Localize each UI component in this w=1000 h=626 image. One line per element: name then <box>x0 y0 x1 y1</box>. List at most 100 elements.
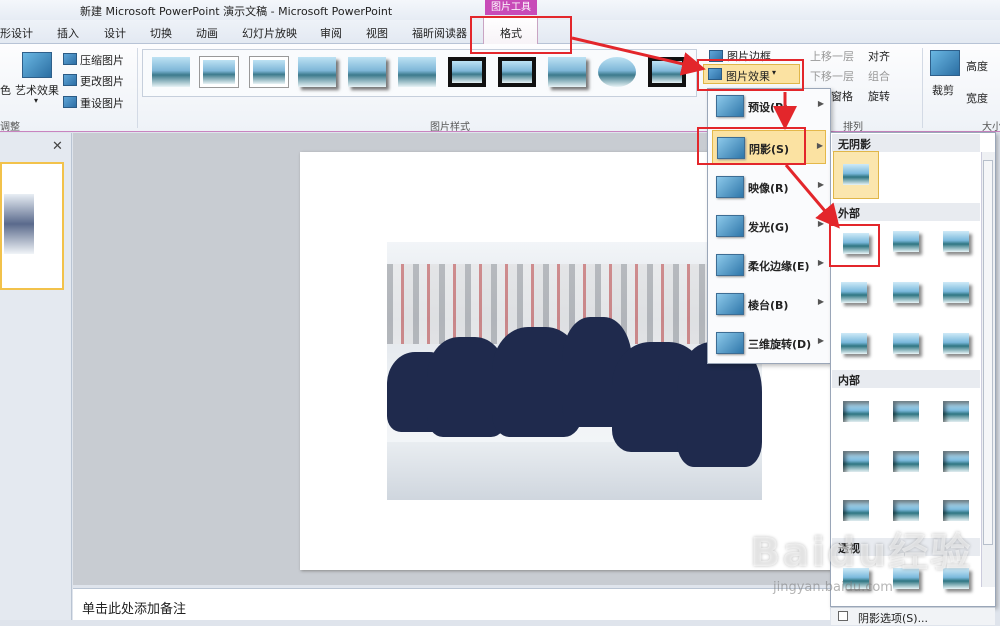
annotation-box-format-tab <box>470 16 572 54</box>
compress-icon <box>63 53 77 65</box>
style-perspective[interactable] <box>548 57 586 87</box>
outer-shadow-option[interactable] <box>943 333 969 354</box>
menu-item-bevel[interactable]: 棱台(B) ▶ <box>712 287 826 321</box>
bevel-icon <box>716 293 744 315</box>
tab-slideshow[interactable]: 幻灯片放映 <box>242 25 297 41</box>
style-simple-frame[interactable] <box>152 57 190 87</box>
soft-edges-icon <box>716 254 744 276</box>
outer-shadow-option[interactable] <box>893 282 919 303</box>
annotation-box-outer-shadow <box>829 224 880 267</box>
tab-shape-design[interactable]: 形设计 <box>0 25 33 41</box>
picture-tools-context-label: 图片工具 <box>485 0 537 15</box>
menu-item-glow[interactable]: 发光(G) ▶ <box>712 209 826 243</box>
style-metal-frame[interactable] <box>648 57 686 87</box>
adjust-group-caption: 调整 <box>0 122 20 133</box>
inner-shadow-option[interactable] <box>943 451 969 472</box>
tab-view[interactable]: 视图 <box>366 25 388 41</box>
chevron-right-icon: ▶ <box>817 180 824 189</box>
style-drop-shadow[interactable] <box>298 57 336 87</box>
inner-shadow-option[interactable] <box>943 401 969 422</box>
align-button[interactable]: 对齐 <box>868 48 890 64</box>
chevron-right-icon: ▶ <box>817 258 824 267</box>
3d-rotation-icon <box>716 332 744 354</box>
inner-shadow-option[interactable] <box>893 500 919 521</box>
inner-shadow-option[interactable] <box>843 401 869 422</box>
outer-shadow-option[interactable] <box>943 282 969 303</box>
inner-shadow-option[interactable] <box>893 401 919 422</box>
reflection-icon <box>716 176 744 198</box>
chevron-right-icon: ▶ <box>817 297 824 306</box>
annotation-box-shadow <box>697 127 806 165</box>
menu-item-preset[interactable]: 预设(P) ▶ <box>712 89 826 123</box>
annotation-box-picture-effects <box>697 59 804 91</box>
selection-pane-button[interactable]: 窗格 <box>831 88 853 104</box>
menu-item-soft-edges[interactable]: 柔化边缘(E) ▶ <box>712 248 826 282</box>
inner-shadow-option[interactable] <box>893 451 919 472</box>
chevron-right-icon: ▶ <box>817 99 824 108</box>
inner-shadow-option[interactable] <box>943 500 969 521</box>
slide-thumbnail[interactable] <box>0 162 64 290</box>
change-picture-button[interactable]: 更改图片 <box>80 73 124 89</box>
size-group-caption: 大小 <box>982 122 1000 133</box>
bring-forward-button[interactable]: 上移一层 <box>810 48 854 64</box>
group-divider <box>137 48 138 128</box>
arrange-group-caption: 排列 <box>843 122 863 133</box>
section-outer: 外部 <box>832 203 980 221</box>
chevron-right-icon: ▶ <box>817 336 824 345</box>
menu-item-3d-rotation[interactable]: 三维旋转(D) ▶ <box>712 326 826 360</box>
close-icon[interactable]: ✕ <box>52 139 63 154</box>
rotate-button[interactable]: 旋转 <box>868 88 890 104</box>
change-picture-icon <box>63 74 77 86</box>
baidu-watermark-logo: Baidu经验 <box>750 530 973 576</box>
tab-animations[interactable]: 动画 <box>196 25 218 41</box>
baidu-watermark-url: jingyan.baidu.com <box>773 580 893 595</box>
inner-shadow-option[interactable] <box>843 451 869 472</box>
crop-icon <box>930 50 960 76</box>
tab-transitions[interactable]: 切换 <box>150 25 172 41</box>
tab-review[interactable]: 审阅 <box>320 25 342 41</box>
style-thin-frame[interactable] <box>250 57 288 87</box>
crop-button[interactable]: 裁剪 <box>932 82 954 98</box>
window-title: 新建 Microsoft PowerPoint 演示文稿 - Microsoft… <box>80 5 393 18</box>
artistic-effects-icon <box>22 52 52 78</box>
compress-pictures-button[interactable]: 压缩图片 <box>80 52 124 68</box>
style-black-frame[interactable] <box>448 57 486 87</box>
notes-placeholder: 单击此处添加备注 <box>82 602 187 617</box>
section-inner: 内部 <box>832 370 980 388</box>
outer-shadow-option[interactable] <box>841 282 867 303</box>
style-oval[interactable] <box>598 57 636 87</box>
scrollbar-thumb[interactable] <box>983 160 993 545</box>
color-button-partial[interactable]: 色 <box>0 82 11 98</box>
style-white-frame[interactable] <box>200 57 238 87</box>
tab-insert[interactable]: 插入 <box>57 25 79 41</box>
glow-icon <box>716 215 744 237</box>
inner-shadow-option[interactable] <box>843 500 869 521</box>
height-field[interactable]: 高度 <box>966 58 988 74</box>
no-shadow-thumbnail <box>843 164 869 185</box>
style-soft-edge[interactable] <box>398 57 436 87</box>
football-photo[interactable] <box>387 242 762 500</box>
section-no-shadow: 无阴影 <box>832 134 980 152</box>
group-button[interactable]: 组合 <box>868 68 890 84</box>
reset-picture-button[interactable]: 重设图片 <box>80 95 124 111</box>
notes-pane[interactable] <box>73 588 830 620</box>
chevron-down-icon: ▾ <box>34 96 39 105</box>
reset-picture-icon <box>63 96 77 108</box>
style-thick-black-frame[interactable] <box>498 57 536 87</box>
outer-shadow-option[interactable] <box>841 333 867 354</box>
shadow-options-button[interactable]: 阴影选项(S)... <box>858 610 928 626</box>
shadow-options-icon <box>838 611 848 621</box>
style-soft-shadow[interactable] <box>348 57 386 87</box>
group-divider <box>922 48 923 128</box>
picture-styles-caption: 图片样式 <box>430 122 470 133</box>
outer-shadow-option[interactable] <box>893 231 919 252</box>
menu-item-reflection[interactable]: 映像(R) ▶ <box>712 170 826 204</box>
tab-design[interactable]: 设计 <box>104 25 126 41</box>
outer-shadow-option[interactable] <box>943 231 969 252</box>
chevron-right-icon: ▶ <box>816 141 823 150</box>
chevron-right-icon: ▶ <box>817 219 824 228</box>
tab-foxit-reader[interactable]: 福昕阅读器 <box>412 25 467 41</box>
send-backward-button[interactable]: 下移一层 <box>810 68 854 84</box>
width-field[interactable]: 宽度 <box>966 90 988 106</box>
outer-shadow-option[interactable] <box>893 333 919 354</box>
